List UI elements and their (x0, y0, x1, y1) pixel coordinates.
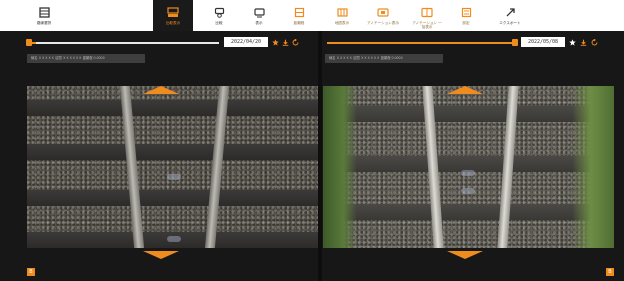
toolbar-annotation-view[interactable]: アノテーション表示 (366, 0, 400, 31)
left-timeline-knob[interactable] (26, 39, 32, 46)
map-icon (335, 6, 349, 18)
toolbar-route-select[interactable]: 路線選択 (30, 0, 58, 31)
settings-icon (459, 6, 473, 18)
camera-icon (212, 6, 226, 18)
refresh-icon[interactable] (590, 38, 598, 46)
toolbar-compare-view[interactable]: 比較表示 (153, 0, 193, 31)
download-icon[interactable] (281, 38, 289, 46)
left-arrow-up-icon[interactable] (143, 86, 179, 94)
toolbar-kilometer[interactable]: 距離程 (287, 0, 311, 31)
export-icon (503, 6, 517, 18)
left-date-field[interactable]: 2022/04/20 (224, 37, 268, 47)
toolbar-annotation-batch[interactable]: アノテーション 一括表示 (410, 0, 444, 31)
toolbar-export[interactable]: エクスポート (495, 0, 525, 31)
toolbar-map-view[interactable]: 地図表示 (330, 0, 354, 31)
toolbar-settings[interactable]: 設定 (455, 0, 477, 31)
panel-divider[interactable] (318, 31, 322, 281)
toolbar-display[interactable]: 表示 (248, 0, 270, 31)
left-arrow-down-icon[interactable] (143, 251, 179, 259)
left-info-bar: 線名 ＸＸＸＸＸ 区間 ＸＸＸＸＸＸ 距離程 0.0000 (27, 54, 145, 63)
book-icon (37, 6, 51, 18)
download-icon[interactable] (579, 38, 587, 46)
right-date-field[interactable]: 2022/05/08 (521, 37, 565, 47)
star-icon[interactable] (568, 38, 576, 46)
frame-icon (292, 6, 306, 18)
annotation-icon (376, 6, 390, 18)
star-icon[interactable] (271, 38, 279, 46)
left-track-photo (27, 86, 318, 248)
right-info-bar: 線名 ＸＸＸＸＸ 区間 ＸＸＸＸＸＸ 距離程 0.0000 (325, 54, 443, 63)
right-track-photo (323, 86, 614, 248)
refresh-icon[interactable] (291, 38, 299, 46)
annotation-list-icon (420, 6, 434, 18)
right-corner-button[interactable]: B (606, 268, 614, 276)
toolbar-compare[interactable]: 比較 (208, 0, 230, 31)
monitor-icon (252, 6, 266, 18)
left-corner-button[interactable]: B (27, 268, 35, 276)
toolbar: 路線選択 比較表示 比較 表示 距離程 地図表示 アノテーション表示 アノテーシ… (0, 0, 624, 31)
right-arrow-down-icon[interactable] (447, 251, 483, 259)
left-timeline-slider[interactable] (26, 42, 219, 44)
right-timeline-progress (327, 42, 517, 44)
right-arrow-up-icon[interactable] (447, 86, 483, 94)
compare-icon (166, 6, 180, 18)
right-timeline-knob[interactable] (512, 39, 518, 46)
